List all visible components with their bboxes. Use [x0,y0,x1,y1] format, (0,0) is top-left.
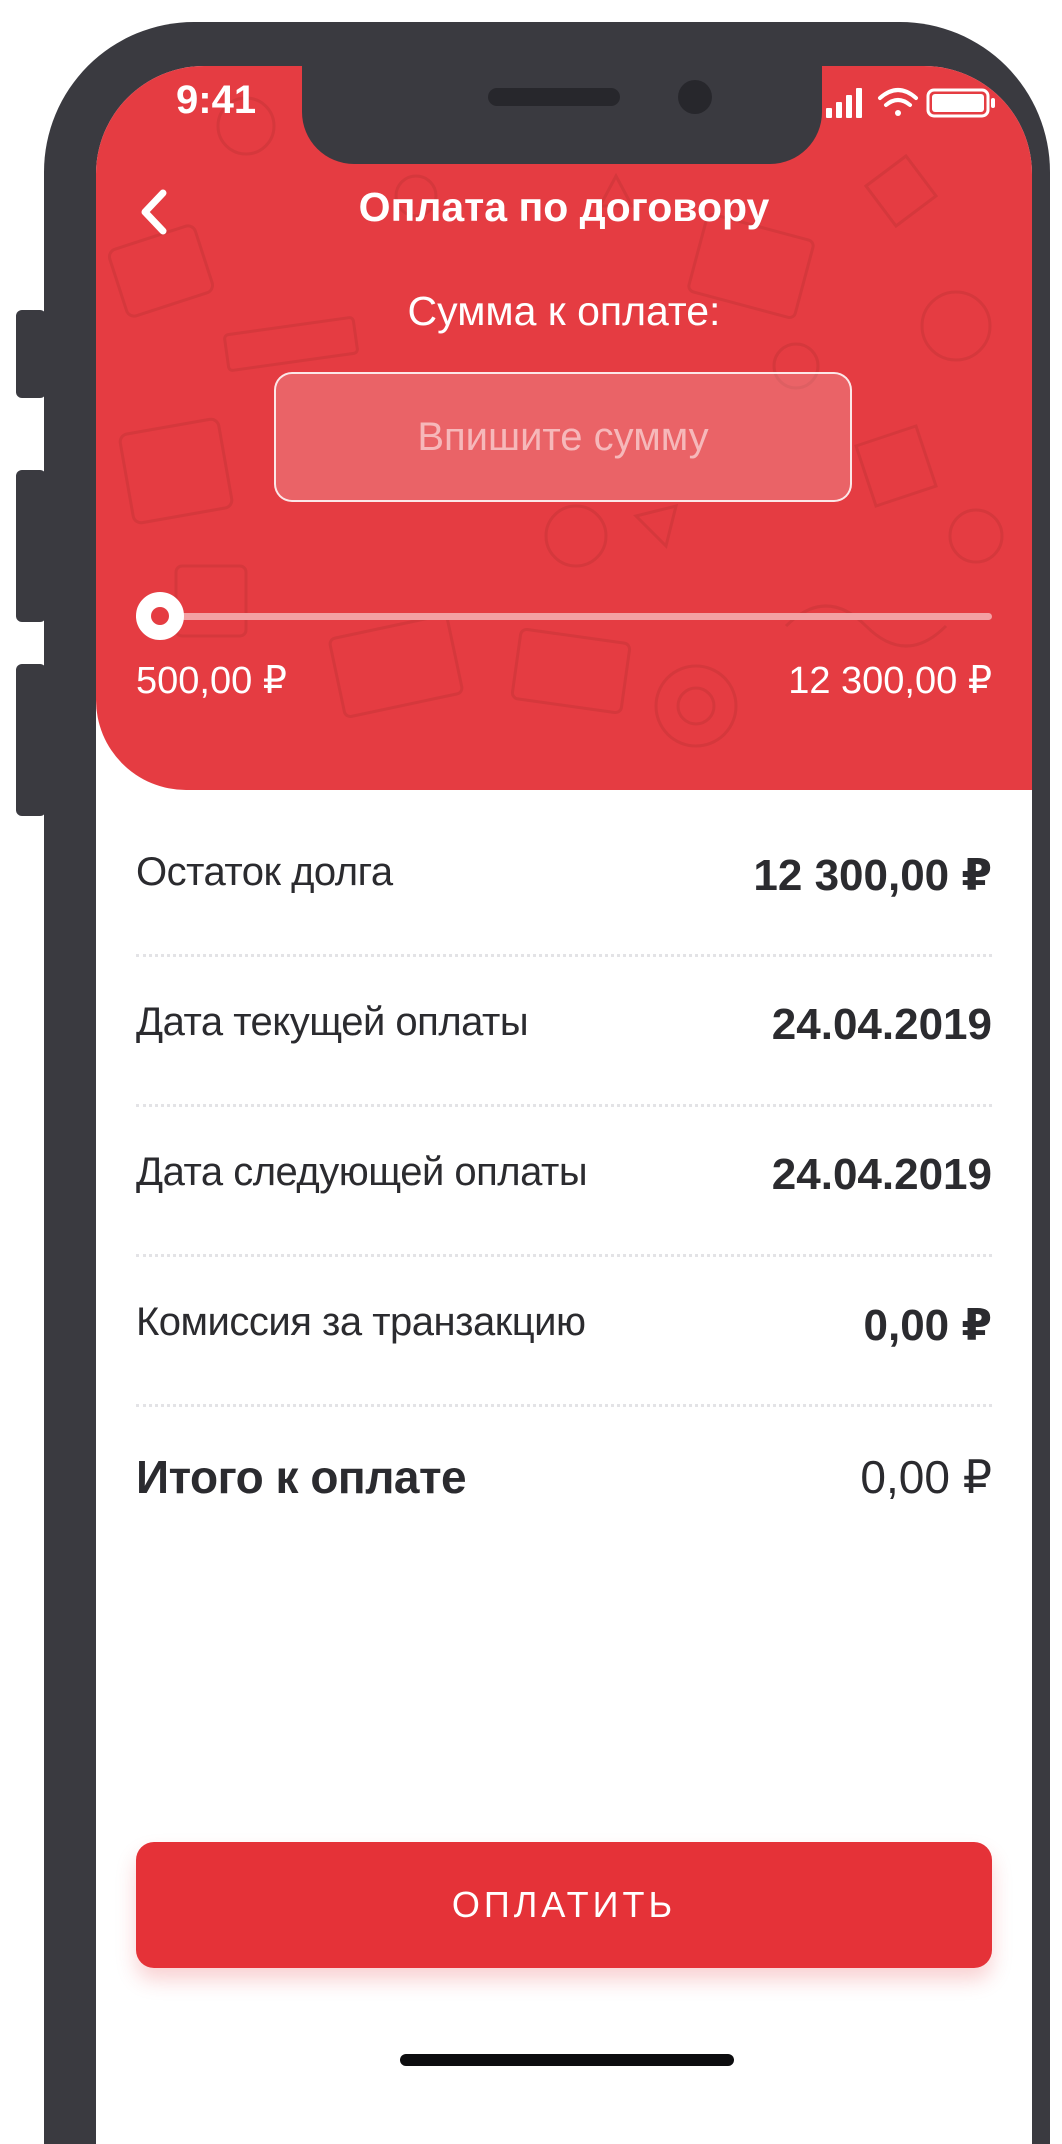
detail-row-current-date: Дата текущей оплаты 24.04.2019 [136,1000,992,1150]
slider-min-label: 500,00 ₽ [136,660,287,702]
detail-row-debt: Остаток долга 12 300,00 ₽ [136,850,992,1000]
detail-label: Дата текущей оплаты [136,1000,529,1044]
total-label: Итого к оплате [136,1451,467,1503]
detail-label: Комиссия за транзакцию [136,1300,586,1344]
mute-switch [16,310,46,398]
detail-value: 0,00 ₽ [863,1301,992,1350]
status-icons [826,88,995,118]
slider-thumb[interactable] [136,592,184,640]
payment-details: Остаток долга 12 300,00 ₽ Дата текущей о… [136,850,992,1600]
amount-input[interactable] [274,372,852,502]
home-indicator [400,2054,734,2066]
signal-icon [826,88,862,118]
battery-icon [926,88,995,118]
detail-value: 12 300,00 ₽ [753,851,992,900]
amount-slider[interactable] [136,586,992,646]
total-value: 0,00 ₽ [860,1451,992,1503]
volume-down-button [16,664,46,816]
wifi-icon [878,88,918,116]
speaker [488,88,620,106]
detail-value: 24.04.2019 [771,1000,992,1049]
status-time: 9:41 [176,78,257,122]
detail-label: Дата следующей оплаты [136,1150,588,1194]
front-camera [678,80,712,114]
detail-value: 24.04.2019 [771,1150,992,1199]
amount-label: Сумма к оплате: [407,288,721,334]
detail-row-next-date: Дата следующей оплаты 24.04.2019 [136,1150,992,1300]
slider-track[interactable] [136,613,992,620]
notch [302,66,822,164]
phone-screen: 9:41 Оплата по договору Сумма к оплате: [96,66,1032,2144]
volume-up-button [16,470,46,622]
page-title: Оплата по договору [358,184,770,230]
total-row: Итого к оплате 0,00 ₽ [136,1450,992,1600]
slider-max-label: 12 300,00 ₽ [788,660,992,702]
detail-row-commission: Комиссия за транзакцию 0,00 ₽ [136,1300,992,1450]
pay-button[interactable]: ОПЛАТИТЬ [136,1842,992,1968]
detail-label: Остаток долга [136,850,393,894]
